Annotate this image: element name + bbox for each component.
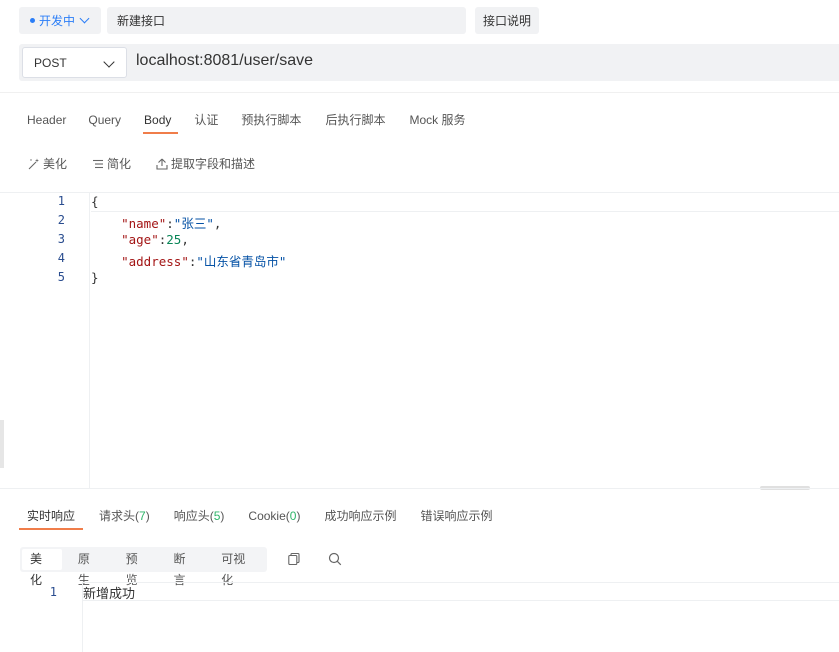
- chevron-down-icon: [79, 13, 90, 24]
- method-select[interactable]: POST: [22, 47, 127, 78]
- line-number: 1: [57, 194, 65, 208]
- line-number-gutter: 1 2 3 4 5: [0, 192, 90, 488]
- panel-resize-handle[interactable]: [0, 420, 4, 468]
- tab-realtime-response[interactable]: 实时响应: [18, 508, 84, 530]
- status-dot-icon: [30, 18, 35, 23]
- json-brace: }: [91, 270, 99, 285]
- tab-label: 成功响应示例: [324, 509, 397, 523]
- active-line-highlight: [83, 582, 839, 601]
- request-tabs: Header Query Body 认证 预执行脚本 后执行脚本 Mock 服务: [27, 112, 465, 134]
- line-number: 5: [57, 270, 65, 284]
- tab-label: 实时响应: [27, 509, 76, 523]
- json-number: 25: [166, 232, 182, 247]
- tab-label: 错误响应示例: [420, 509, 493, 523]
- json-key: "address": [121, 254, 189, 269]
- beautify-button[interactable]: 美化: [28, 155, 67, 172]
- line-number: 1: [49, 585, 57, 599]
- api-name-input[interactable]: [107, 7, 466, 34]
- tab-auth[interactable]: 认证: [194, 112, 218, 134]
- response-content: 新增成功: [83, 586, 136, 601]
- count-badge: 5: [213, 509, 221, 523]
- tab-post-script[interactable]: 后执行脚本: [325, 112, 385, 134]
- line-number: 4: [57, 251, 65, 265]
- tab-error-example[interactable]: 错误响应示例: [420, 508, 492, 530]
- code-line: }: [91, 270, 99, 285]
- tab-label: 响应头: [173, 509, 210, 523]
- format-raw[interactable]: 原生: [70, 549, 110, 587]
- extract-fields-button[interactable]: 提取字段和描述: [156, 155, 255, 172]
- tab-header[interactable]: Header: [27, 112, 66, 134]
- format-beautify[interactable]: 美化: [22, 549, 62, 587]
- copy-icon: [288, 552, 300, 566]
- response-tabs: 实时响应 请求头(7) 响应头(5) Cookie(0) 成功响应示例 错误响应…: [18, 508, 493, 530]
- beautify-label: 美化: [43, 157, 68, 171]
- simplify-label: 简化: [107, 157, 132, 171]
- search-button[interactable]: [326, 550, 344, 568]
- active-line-highlight: [91, 193, 839, 212]
- code-line: "name":"张三",: [91, 213, 221, 232]
- tab-response-headers[interactable]: 响应头(5): [174, 508, 225, 530]
- count-badge: 0: [289, 509, 297, 523]
- json-colon: :: [166, 216, 174, 231]
- tab-label: Cookie: [248, 509, 286, 523]
- method-label: POST: [34, 55, 67, 70]
- panel-divider[interactable]: [0, 488, 839, 489]
- body-toolbar: 美化 简化 提取字段和描述: [28, 155, 280, 172]
- tab-cookie[interactable]: Cookie(0): [248, 508, 300, 530]
- line-number: 3: [57, 232, 65, 246]
- line-number: 2: [57, 213, 65, 227]
- count-badge: 7: [139, 509, 146, 523]
- json-brace: {: [91, 194, 99, 209]
- url-input[interactable]: localhost:8081/user/save: [136, 52, 313, 70]
- tab-mock-service[interactable]: Mock 服务: [409, 112, 465, 134]
- chevron-down-icon: [103, 56, 115, 68]
- format-preview[interactable]: 预览: [118, 549, 158, 587]
- code-line: "age":25,: [91, 232, 189, 247]
- status-label: 开发中: [39, 14, 76, 28]
- tab-body[interactable]: Body: [143, 112, 179, 134]
- json-string: "张三": [173, 216, 214, 231]
- upload-icon: [156, 158, 168, 170]
- magic-wand-icon: [28, 158, 39, 169]
- api-doc-button-label: 接口说明: [482, 14, 531, 28]
- json-key: "age": [121, 232, 159, 247]
- tab-query[interactable]: Query: [88, 112, 121, 134]
- tab-success-example[interactable]: 成功响应示例: [324, 508, 396, 530]
- json-comma: ,: [213, 216, 222, 231]
- status-dropdown[interactable]: 开发中: [19, 7, 101, 34]
- json-comma: ,: [181, 232, 189, 247]
- format-assert[interactable]: 断言: [165, 549, 205, 587]
- response-format-tabs: 美化 原生 预览 断言 可视化: [20, 547, 267, 587]
- code-line: "address":"山东省青岛市": [91, 251, 286, 270]
- simplify-button[interactable]: 简化: [92, 155, 131, 172]
- code-line: {: [91, 194, 99, 209]
- search-icon: [328, 552, 342, 566]
- extract-fields-label: 提取字段和描述: [171, 157, 256, 171]
- tab-request-headers[interactable]: 请求头(7): [99, 508, 150, 530]
- list-icon: [93, 159, 104, 168]
- copy-button[interactable]: [285, 550, 303, 568]
- tab-pre-script[interactable]: 预执行脚本: [241, 112, 301, 134]
- tab-label: 请求头: [99, 509, 136, 523]
- api-doc-button[interactable]: 接口说明: [475, 7, 539, 34]
- json-key: "name": [121, 216, 167, 231]
- json-string: "山东省青岛市": [196, 254, 287, 269]
- format-visualize[interactable]: 可视化: [213, 549, 265, 587]
